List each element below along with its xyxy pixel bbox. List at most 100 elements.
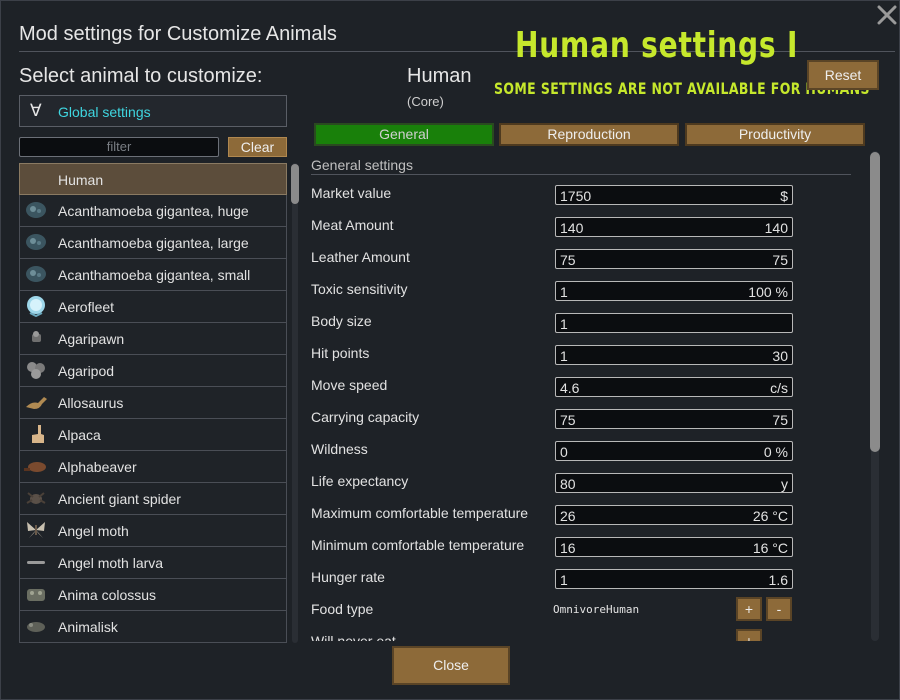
- setting-label: Body size: [311, 313, 372, 329]
- setting-row-life-expectancy: Life expectancy 80 y: [307, 465, 867, 497]
- setting-row-leather-amount: Leather Amount 75 75: [307, 241, 867, 273]
- setting-row-body-size: Body size 1: [307, 305, 867, 337]
- setting-value: 75: [560, 412, 576, 428]
- animal-list-scrollbar[interactable]: [290, 163, 300, 643]
- animal-item-allosaurus[interactable]: Allosaurus: [19, 387, 287, 419]
- animal-item-animalisk[interactable]: Animalisk: [19, 611, 287, 643]
- setting-input[interactable]: 1: [555, 313, 793, 333]
- setting-row-min-comfortable-temp: Minimum comfortable temperature 16 16 °C: [307, 529, 867, 561]
- animal-name: Agaripod: [58, 363, 115, 379]
- tab-reproduction[interactable]: Reproduction: [499, 123, 679, 146]
- setting-label: Carrying capacity: [311, 409, 420, 425]
- scrollbar-thumb[interactable]: [291, 164, 299, 204]
- never-eat-plus-button[interactable]: +: [736, 629, 762, 641]
- setting-unit: 100 %: [748, 284, 788, 300]
- setting-row-carrying-capacity: Carrying capacity 75 75: [307, 401, 867, 433]
- animal-item-aerofleet[interactable]: Aerofleet: [19, 291, 287, 323]
- larva-icon: [24, 551, 48, 573]
- setting-label: Hunger rate: [311, 569, 385, 585]
- aerofleet-icon: [24, 295, 48, 318]
- setting-row-food-type: Food type OmnivoreHuman + -: [307, 593, 867, 625]
- setting-input[interactable]: 1 30: [555, 345, 793, 365]
- settings-scrollbar[interactable]: [869, 151, 881, 641]
- animal-source: (Core): [407, 94, 444, 109]
- setting-row-market-value: Market value 1750 $: [307, 177, 867, 209]
- setting-value: 0: [560, 444, 568, 460]
- setting-row-hunger-rate: Hunger rate 1 1.6: [307, 561, 867, 593]
- settings-list: Market value 1750 $ Meat Amount 140 140 Le…: [307, 177, 867, 641]
- close-x-icon[interactable]: [875, 3, 899, 27]
- setting-row-move-speed: Move speed 4.6 c/s: [307, 369, 867, 401]
- setting-value: 1: [560, 316, 568, 332]
- scrollbar-thumb[interactable]: [870, 152, 880, 452]
- animal-item-agaripod[interactable]: Agaripod: [19, 355, 287, 387]
- animal-item-agaripawn[interactable]: Agaripawn: [19, 323, 287, 355]
- animal-item-human[interactable]: Human: [19, 163, 287, 195]
- setting-label: Minimum comfortable temperature: [311, 537, 525, 553]
- animal-list[interactable]: Human Acanthamoeba gigantea, huge Acanth…: [19, 163, 287, 643]
- setting-label: Move speed: [311, 377, 388, 393]
- tab-general[interactable]: General: [314, 123, 494, 146]
- close-button[interactable]: Close: [392, 646, 510, 685]
- setting-value: 80: [560, 476, 576, 492]
- setting-input[interactable]: 4.6 c/s: [555, 377, 793, 397]
- animal-item-acanthamoeba-huge[interactable]: Acanthamoeba gigantea, huge: [19, 195, 287, 227]
- filter-input[interactable]: filter: [19, 137, 219, 157]
- tab-productivity[interactable]: Productivity: [685, 123, 865, 146]
- setting-label: Market value: [311, 185, 392, 201]
- animal-item-angel-moth-larva[interactable]: Angel moth larva: [19, 547, 287, 579]
- setting-input[interactable]: 1 100 %: [555, 281, 793, 301]
- animal-name: Animalisk: [58, 619, 118, 635]
- setting-input[interactable]: 80 y: [555, 473, 793, 493]
- animal-item-acanthamoeba-large[interactable]: Acanthamoeba gigantea, large: [19, 227, 287, 259]
- section-title: General settings: [311, 157, 413, 173]
- moth-icon: [24, 519, 48, 541]
- clear-button[interactable]: Clear: [228, 137, 287, 157]
- global-settings-button[interactable]: ∀ Global settings: [19, 95, 287, 127]
- animal-name: Alphabeaver: [58, 459, 137, 475]
- setting-row-toxic-sensitivity: Toxic sensitivity 1 100 %: [307, 273, 867, 305]
- animal-name: Alpaca: [58, 427, 101, 443]
- setting-input[interactable]: 26 26 °C: [555, 505, 793, 525]
- setting-value: 16: [560, 540, 576, 556]
- setting-input[interactable]: 1750 $: [555, 185, 793, 205]
- agaripawn-icon: [24, 327, 48, 349]
- colossus-icon: [24, 583, 48, 605]
- setting-unit: 140: [764, 220, 788, 236]
- setting-label: Food type: [311, 601, 374, 617]
- setting-input[interactable]: 75 75: [555, 409, 793, 429]
- reset-button[interactable]: Reset: [807, 60, 879, 90]
- setting-label: Life expectancy: [311, 473, 409, 489]
- food-type-plus-button[interactable]: +: [736, 597, 762, 621]
- animal-item-ancient-giant-spider[interactable]: Ancient giant spider: [19, 483, 287, 515]
- animal-item-alphabeaver[interactable]: Alphabeaver: [19, 451, 287, 483]
- animal-item-acanthamoeba-small[interactable]: Acanthamoeba gigantea, small: [19, 259, 287, 291]
- food-type-minus-button[interactable]: -: [766, 597, 792, 621]
- setting-input[interactable]: 0 0 %: [555, 441, 793, 461]
- setting-unit: y: [781, 476, 788, 492]
- animal-item-angel-moth[interactable]: Angel moth: [19, 515, 287, 547]
- global-settings-label: Global settings: [58, 104, 151, 120]
- setting-input[interactable]: 1 1.6: [555, 569, 793, 589]
- setting-unit: 26 °C: [752, 508, 788, 524]
- setting-unit: c/s: [770, 380, 788, 396]
- setting-input[interactable]: 140 140: [555, 217, 793, 237]
- animal-title: Human: [407, 65, 472, 87]
- animal-name: Anima colossus: [58, 587, 157, 603]
- setting-label: Meat Amount: [311, 217, 394, 233]
- amoeba-icon: [24, 231, 48, 253]
- setting-label: Wildness: [311, 441, 368, 457]
- setting-value: 1: [560, 348, 568, 364]
- setting-input[interactable]: 16 16 °C: [555, 537, 793, 557]
- animal-name: Acanthamoeba gigantea, huge: [58, 203, 249, 219]
- setting-label: Maximum comfortable temperature: [311, 505, 529, 521]
- alpaca-icon: [24, 423, 48, 445]
- allosaurus-icon: [24, 391, 48, 413]
- setting-value: 4.6: [560, 380, 580, 396]
- animal-item-alpaca[interactable]: Alpaca: [19, 419, 287, 451]
- amoeba-icon: [24, 199, 48, 221]
- setting-unit: 75: [772, 412, 788, 428]
- animal-name: Ancient giant spider: [58, 491, 181, 507]
- setting-input[interactable]: 75 75: [555, 249, 793, 269]
- animal-item-anima-colossus[interactable]: Anima colossus: [19, 579, 287, 611]
